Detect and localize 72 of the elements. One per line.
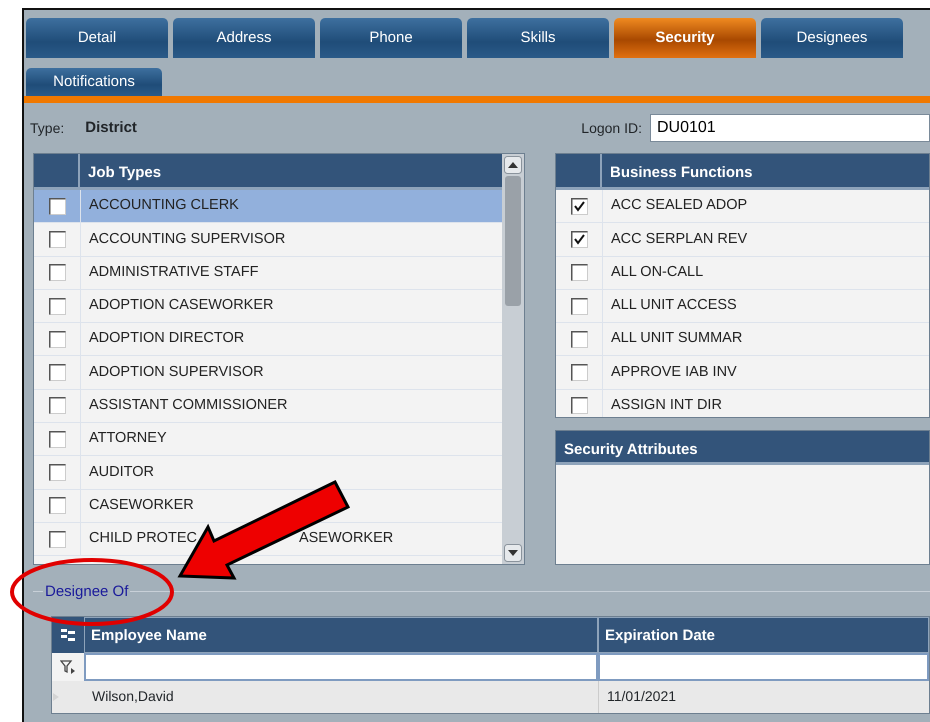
column-chooser-icon[interactable] bbox=[60, 626, 76, 642]
scroll-up-icon[interactable] bbox=[504, 156, 522, 174]
column-header[interactable]: Expiration Date bbox=[598, 616, 929, 652]
checkbox[interactable] bbox=[570, 264, 588, 282]
checkbox[interactable] bbox=[48, 430, 66, 448]
list-row[interactable]: ADMINISTRATIVE STAFF bbox=[34, 256, 502, 290]
column-header: Business Functions bbox=[609, 163, 754, 183]
list-row[interactable]: ACCOUNTING CLERK bbox=[34, 190, 502, 224]
tab[interactable]: Address bbox=[173, 18, 315, 58]
scroll-down-icon[interactable] bbox=[504, 544, 522, 562]
filter-field[interactable] bbox=[84, 652, 598, 680]
row-indicator-icon bbox=[52, 692, 60, 702]
panel-header: Security Attributes bbox=[563, 440, 699, 460]
table-cell: 11/01/2021 bbox=[598, 680, 929, 712]
tab[interactable]: Security bbox=[614, 18, 756, 58]
row-label: ALL UNIT ACCESS bbox=[611, 296, 737, 316]
row-label: ACCOUNTING SUPERVISOR bbox=[89, 230, 286, 249]
filter-icon[interactable] bbox=[60, 658, 76, 674]
column-header[interactable]: Employee Name bbox=[84, 616, 598, 652]
list-row[interactable]: ADOPTION DIRECTOR bbox=[34, 323, 502, 356]
row-label: ASSISTANT COMMISSIONER bbox=[89, 396, 288, 416]
row-label: ADOPTION SUPERVISOR bbox=[89, 362, 264, 382]
checkbox[interactable] bbox=[570, 298, 588, 315]
list-row[interactable]: ACCOUNTING SUPERVISOR bbox=[34, 223, 502, 257]
checkbox[interactable] bbox=[48, 264, 66, 282]
row-label: CASEWORKER bbox=[89, 496, 194, 515]
checkbox[interactable] bbox=[570, 330, 588, 348]
checkbox[interactable] bbox=[570, 397, 588, 414]
scrollbar-thumb[interactable] bbox=[505, 176, 521, 306]
list-row[interactable]: ADOPTION SUPERVISOR bbox=[34, 356, 502, 390]
row-label: ACCOUNTING CLERK bbox=[89, 196, 239, 216]
checkbox[interactable] bbox=[570, 230, 588, 248]
scrollbar[interactable] bbox=[502, 154, 524, 564]
row-label: ALL UNIT SUMMAR bbox=[611, 329, 742, 348]
tab[interactable]: Detail bbox=[26, 18, 168, 58]
list-row[interactable]: ATTORNEY bbox=[34, 423, 502, 456]
tab[interactable]: Phone bbox=[320, 18, 462, 58]
logon-id-label: Logon ID: bbox=[581, 118, 642, 138]
checkbox[interactable] bbox=[48, 530, 66, 548]
checkbox[interactable] bbox=[48, 497, 66, 514]
row-label: ATTORNEY bbox=[89, 429, 167, 448]
checkbox[interactable] bbox=[48, 198, 66, 215]
row-label: ADMINISTRATIVE STAFF bbox=[89, 262, 258, 282]
row-label: ALL ON-CALL bbox=[611, 262, 704, 282]
column-header: Job Types bbox=[87, 163, 162, 183]
row-label: CHILD PROTEC bbox=[89, 529, 197, 548]
filter-field[interactable] bbox=[598, 652, 929, 680]
tab[interactable]: Skills bbox=[467, 18, 609, 58]
checkbox[interactable] bbox=[48, 397, 66, 414]
checkbox[interactable] bbox=[48, 230, 66, 248]
row-label: ACC SEALED ADOP bbox=[611, 196, 748, 216]
row-label: ADOPTION CASEWORKER bbox=[89, 296, 274, 316]
row-label: ASSIGN INT DIR bbox=[611, 396, 722, 416]
checkbox[interactable] bbox=[48, 464, 66, 482]
checkbox[interactable] bbox=[570, 198, 588, 215]
checkbox[interactable] bbox=[48, 298, 66, 315]
row-label: ADOPTION DIRECTOR bbox=[89, 329, 244, 348]
checkbox[interactable] bbox=[48, 364, 66, 382]
logon-id-field[interactable]: DU0101 bbox=[650, 114, 930, 142]
tab[interactable]: Designees bbox=[761, 18, 903, 58]
list-row[interactable]: ADOPTION CASEWORKER bbox=[34, 290, 502, 324]
checkbox[interactable] bbox=[48, 330, 66, 348]
checkbox[interactable] bbox=[570, 364, 588, 382]
row-label: ACC SERPLAN REV bbox=[611, 230, 748, 249]
row-label: APPROVE IAB INV bbox=[611, 362, 737, 382]
list-row[interactable]: ASSISTANT COMMISSIONER bbox=[34, 390, 502, 424]
row-label: ASEWORKER bbox=[298, 529, 394, 548]
table-cell-text: Wilson,David bbox=[91, 687, 175, 706]
tab[interactable]: Notifications bbox=[26, 68, 162, 96]
type-label: Type: bbox=[30, 118, 64, 138]
type-value: District bbox=[85, 118, 137, 138]
row-label: AUDITOR bbox=[89, 462, 154, 482]
